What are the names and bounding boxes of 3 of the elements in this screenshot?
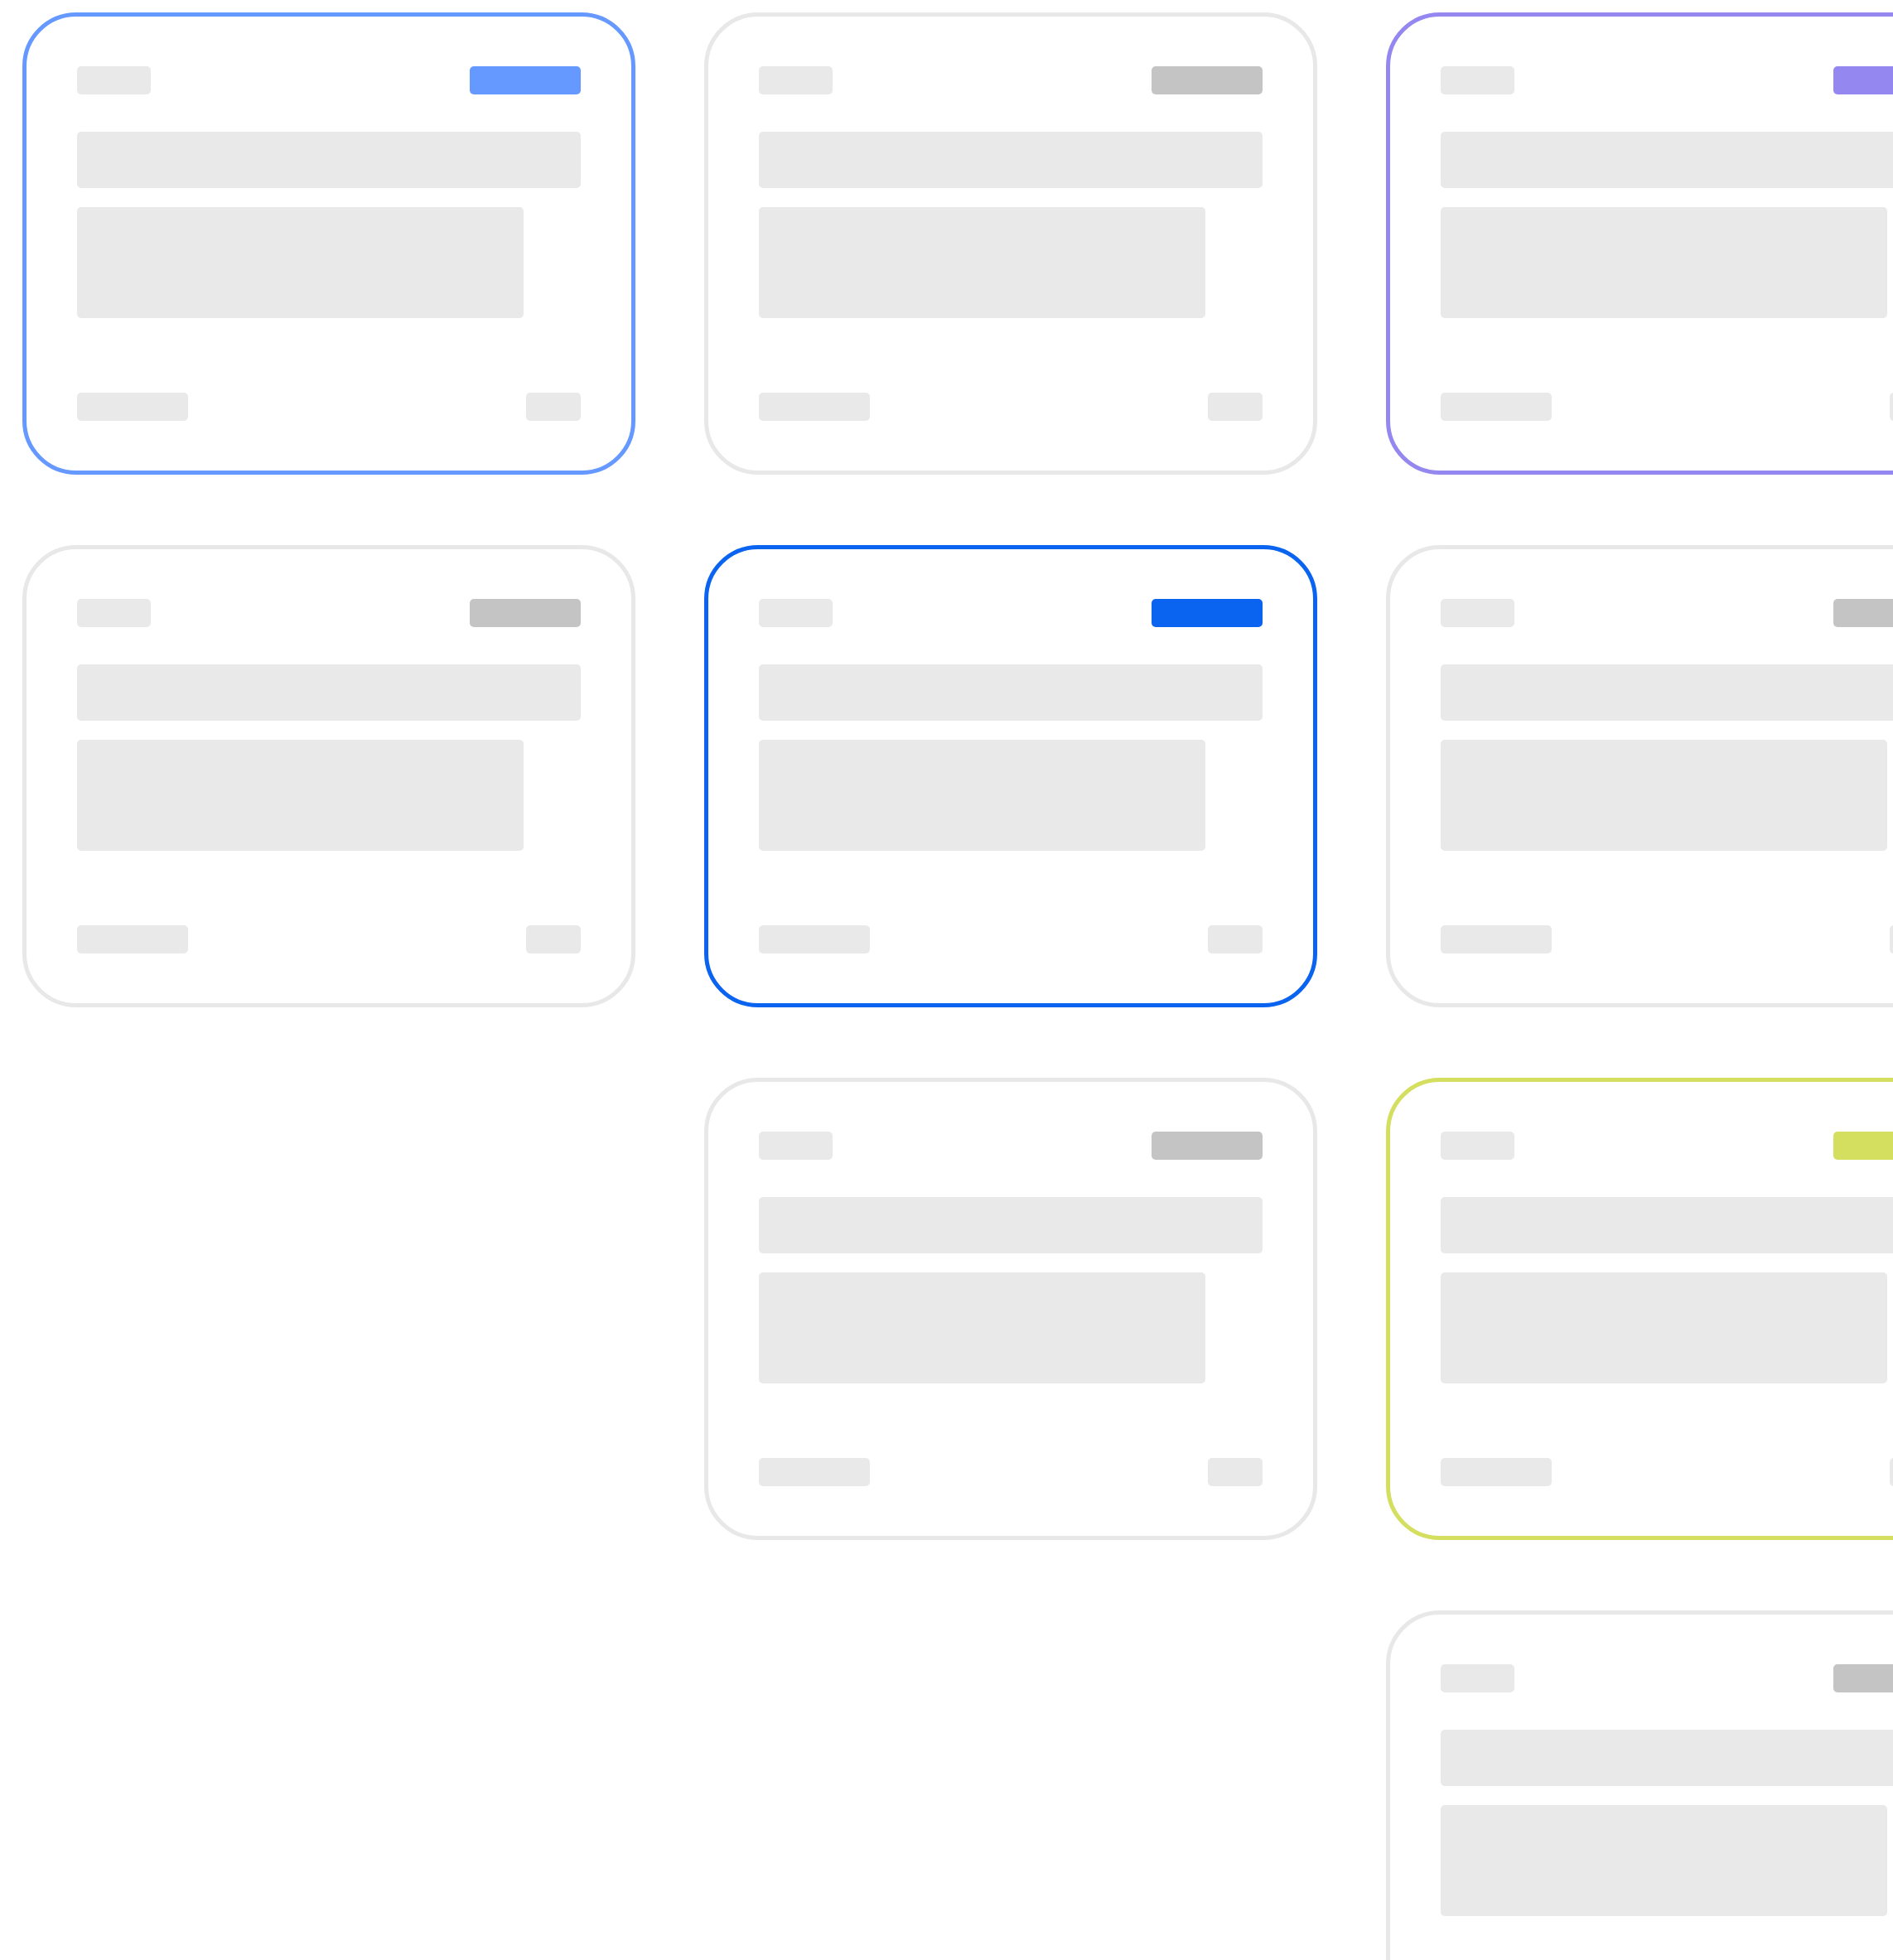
skeleton-card[interactable]: [22, 12, 635, 475]
skeleton-card[interactable]: [1386, 12, 1893, 475]
skeleton-card[interactable]: [704, 545, 1317, 1007]
